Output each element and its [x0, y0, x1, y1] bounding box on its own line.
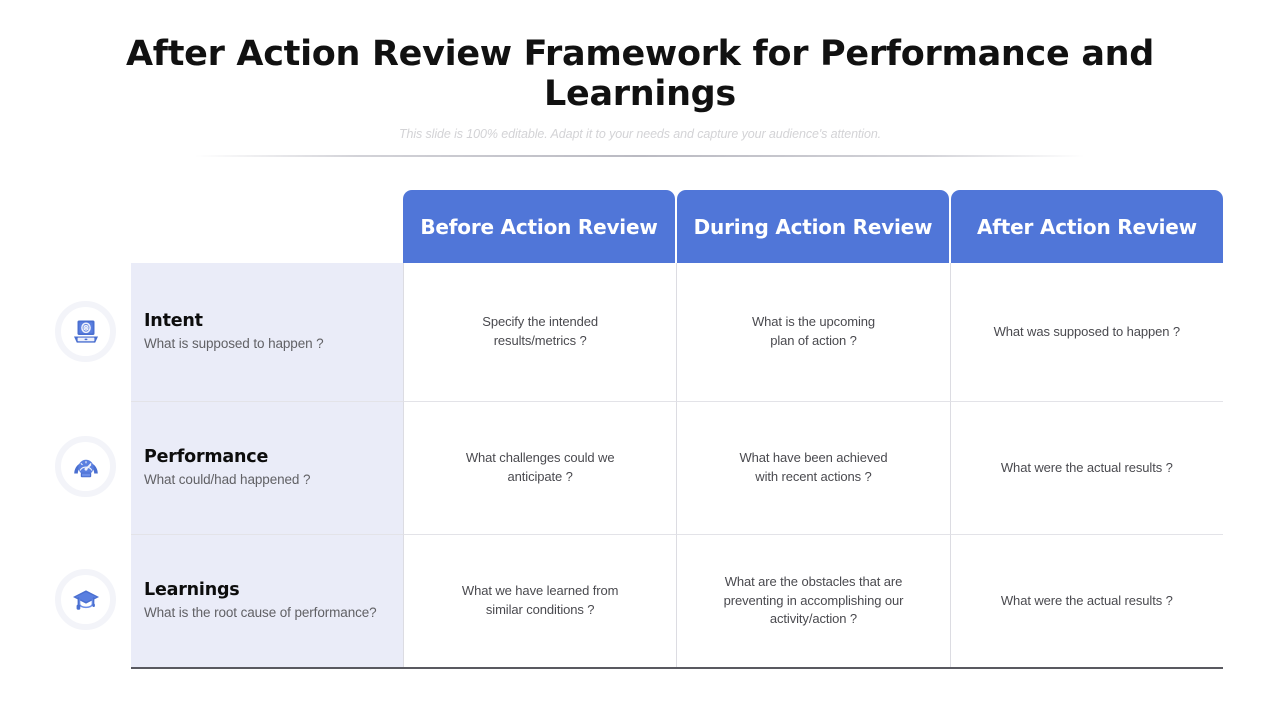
row-title: Intent — [144, 310, 203, 331]
row-subtitle: What could/had happened ? — [144, 471, 311, 487]
cell-intent-during: What is the upcoming plan of action ? — [676, 263, 949, 401]
cell-performance-after: What were the actual results ? — [949, 401, 1223, 534]
row-title: Learnings — [144, 579, 240, 600]
graduation-cap-icon — [55, 569, 116, 630]
column-header-label: Before Action Review — [420, 214, 658, 239]
row-label-learnings: Learnings What is the root cause of perf… — [131, 534, 403, 667]
row-label-intent: Intent What is supposed to happen ? — [131, 263, 403, 401]
cell-intent-before: Specify the intended results/metrics ? — [403, 263, 676, 401]
header-divider — [195, 154, 1085, 157]
column-header-row: Before Action Review During Action Revie… — [403, 190, 1223, 263]
cell-learnings-after: What were the actual results ? — [949, 534, 1223, 667]
page-title: After Action Review Framework for Perfor… — [125, 34, 1155, 115]
column-header-label: After Action Review — [977, 214, 1197, 239]
page-subtitle: This slide is 100% editable. Adapt it to… — [398, 126, 882, 141]
matrix-body: Intent What is supposed to happen ? Spec… — [55, 263, 1223, 669]
table-row: Learnings What is the root cause of perf… — [55, 534, 1223, 667]
row-label-performance: Performance What could/had happened ? — [131, 401, 403, 534]
column-header-label: During Action Review — [693, 214, 933, 239]
cell-learnings-during: What are the obstacles that are preventi… — [676, 534, 950, 667]
row-title: Performance — [144, 446, 269, 467]
slide-header: After Action Review Framework for Perfor… — [0, 0, 1280, 157]
column-header-before-action-review[interactable]: Before Action Review — [403, 190, 675, 263]
column-header-after-action-review[interactable]: After Action Review — [951, 190, 1223, 263]
cell-intent-after: What was supposed to happen ? — [949, 263, 1223, 401]
row-subtitle: What is supposed to happen ? — [144, 335, 324, 351]
speedometer-icon — [55, 436, 116, 497]
table-row: Intent What is supposed to happen ? Spec… — [55, 263, 1223, 401]
row-subtitle: What is the root cause of performance? — [144, 604, 377, 620]
column-header-during-action-review[interactable]: During Action Review — [677, 190, 949, 263]
table-row: Performance What could/had happened ? Wh… — [55, 401, 1223, 534]
cell-learnings-before: What we have learned from similar condit… — [403, 534, 677, 667]
cell-performance-before: What challenges could we anticipate ? — [403, 401, 677, 534]
monitor-target-icon — [55, 301, 116, 362]
cell-performance-during: What have been achieved with recent acti… — [676, 401, 950, 534]
